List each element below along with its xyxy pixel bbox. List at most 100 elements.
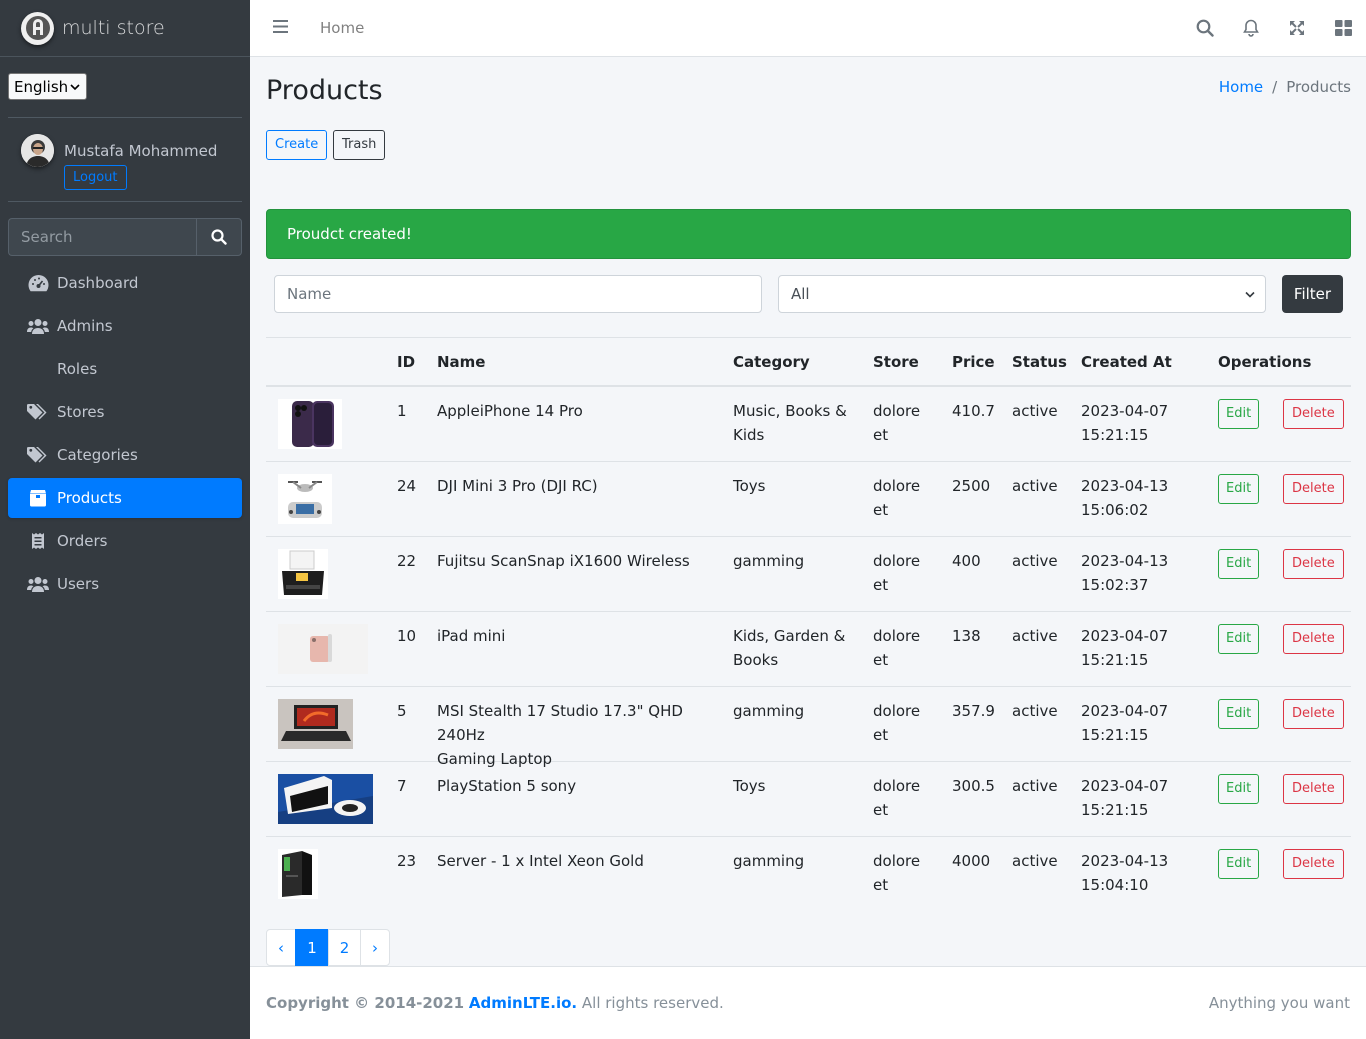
cell-category-line2: Books [733,651,779,669]
delete-button[interactable]: Delete [1283,549,1344,579]
delete-button[interactable]: Delete [1283,699,1344,729]
cell-store-line1: dolore [873,552,921,570]
cell-category: Kids, Garden & Books [733,624,845,672]
cell-id: 24 [397,477,417,495]
edit-button[interactable]: Edit [1218,849,1260,879]
sidebar-search-button[interactable] [196,218,242,256]
edit-button[interactable]: Edit [1218,624,1260,654]
header-name: Name [437,353,486,371]
footer-link[interactable]: AdminLTE.io. [469,994,577,1012]
search-icon[interactable] [1182,19,1228,37]
cell-time: 15:21:15 [1081,726,1149,744]
cell-category-line1: Toys [733,477,766,495]
cell-status: active [1012,702,1058,720]
status-filter-select[interactable]: All [778,275,1266,313]
dashboard-icon [26,274,50,292]
grid-icon[interactable] [1320,20,1366,36]
table-row: 7 PlayStation 5 sony Toys dolore et 300.5 acti… [266,762,1351,837]
avatar [21,134,54,167]
cell-name: Fujitsu ScanSnap iX1600 Wireless [437,549,717,573]
delete-button[interactable]: Delete [1283,474,1344,504]
cell-price: 300.5 [952,777,995,795]
fullscreen-icon[interactable] [1274,20,1320,36]
table-header: ID Name Category Store Price Status Crea… [266,337,1351,387]
table-row: 24 DJI Mini 3 Pro (DJI RC) Toys dolore et 250… [266,462,1351,537]
cell-name: MSI Stealth 17 Studio 17.3" QHD 240Hz Gam… [437,699,717,771]
cell-time: 15:21:15 [1081,426,1149,444]
cell-date: 2023-04-07 [1081,402,1169,420]
cell-store-line2: et [873,651,889,669]
delete-button[interactable]: Delete [1283,624,1344,654]
sidebar-search: Search [8,218,242,256]
user-panel: Mustafa Mohammed Logout [0,118,250,201]
top-navbar: Home [250,0,1366,57]
cell-name: Server - 1 x Intel Xeon Gold [437,849,717,873]
top-home-link[interactable]: Home [320,19,364,37]
cell-name: PlayStation 5 sony [437,774,717,798]
edit-button[interactable]: Edit [1218,474,1260,504]
filter-button[interactable]: Filter [1282,275,1343,313]
product-thumbnail [278,699,353,753]
cell-name-line1: Server - 1 x Intel Xeon Gold [437,852,644,870]
edit-button[interactable]: Edit [1218,774,1260,804]
sidebar-search-input[interactable]: Search [8,218,196,256]
sidebar-item-admins[interactable]: Admins [8,306,242,346]
pagination-page-2[interactable]: 2 [328,929,361,966]
bell-icon[interactable] [1228,19,1274,37]
search-icon [211,229,227,245]
edit-button[interactable]: Edit [1218,549,1260,579]
footer-rights: All rights reserved. [581,994,724,1012]
cell-category: Toys [733,474,765,498]
products-table: ID Name Category Store Price Status Crea… [266,337,1351,912]
sidebar-item-categories[interactable]: Categories [8,435,242,475]
sidebar-item-label: Categories [57,446,138,464]
box-icon [26,489,50,507]
menu-toggle-icon[interactable] [273,19,289,37]
main-sidebar: multi store English Mustafa Mohammed Log… [0,0,250,1039]
cell-store-line1: dolore [873,777,921,795]
delete-button[interactable]: Delete [1283,774,1344,804]
breadcrumb-current: Products [1286,78,1351,96]
delete-button[interactable]: Delete [1283,399,1344,429]
cell-name-line1: AppleiPhone 14 Pro [437,402,583,420]
name-filter-input[interactable]: Name [274,275,762,313]
trash-button[interactable]: Trash [333,130,386,160]
brand-link[interactable]: multi store [0,0,250,57]
delete-button[interactable]: Delete [1283,849,1344,879]
sidebar-item-orders[interactable]: Orders [8,521,242,561]
product-thumbnail [278,399,342,453]
table-row: 1 AppleiPhone 14 Pro Music, Books & Kids dol… [266,387,1351,462]
header-created-at: Created At [1081,353,1172,371]
sidebar-item-products[interactable]: Products [8,478,242,518]
sidebar-item-users[interactable]: Users [8,564,242,604]
sidebar-item-dashboard[interactable]: Dashboard [8,263,242,303]
sidebar-item-label: Products [57,489,122,507]
cell-id: 7 [397,777,407,795]
pagination-prev[interactable]: ‹ [266,929,296,966]
cell-id: 10 [397,627,417,645]
logout-button[interactable]: Logout [64,165,127,190]
cell-store-line1: dolore [873,852,921,870]
pagination-page-1[interactable]: 1 [295,929,329,966]
sidebar-item-label: Roles [57,360,98,378]
cell-created-at: 2023-04-13 15:02:37 [1081,549,1168,597]
sidebar-item-roles[interactable]: Roles [8,349,242,389]
cell-name-line1: Fujitsu ScanSnap iX1600 Wireless [437,552,690,570]
cell-store: dolore et [873,624,920,672]
user-name[interactable]: Mustafa Mohammed [64,142,217,160]
cell-status: active [1012,552,1058,570]
cell-category-line1: gamming [733,702,805,720]
footer-copyright: Copyright © 2014-2021 [266,994,465,1012]
cell-category-line1: gamming [733,852,805,870]
language-select[interactable]: English [8,73,87,100]
breadcrumb-home[interactable]: Home [1219,78,1263,96]
cell-created-at: 2023-04-07 15:21:15 [1081,699,1168,747]
edit-button[interactable]: Edit [1218,399,1260,429]
create-button[interactable]: Create [266,130,328,160]
cell-store-line1: dolore [873,402,921,420]
pagination-next[interactable]: › [360,929,390,966]
cell-category: gamming [733,849,804,873]
cell-name: DJI Mini 3 Pro (DJI RC) [437,474,717,498]
edit-button[interactable]: Edit [1218,699,1260,729]
sidebar-item-stores[interactable]: Stores [8,392,242,432]
